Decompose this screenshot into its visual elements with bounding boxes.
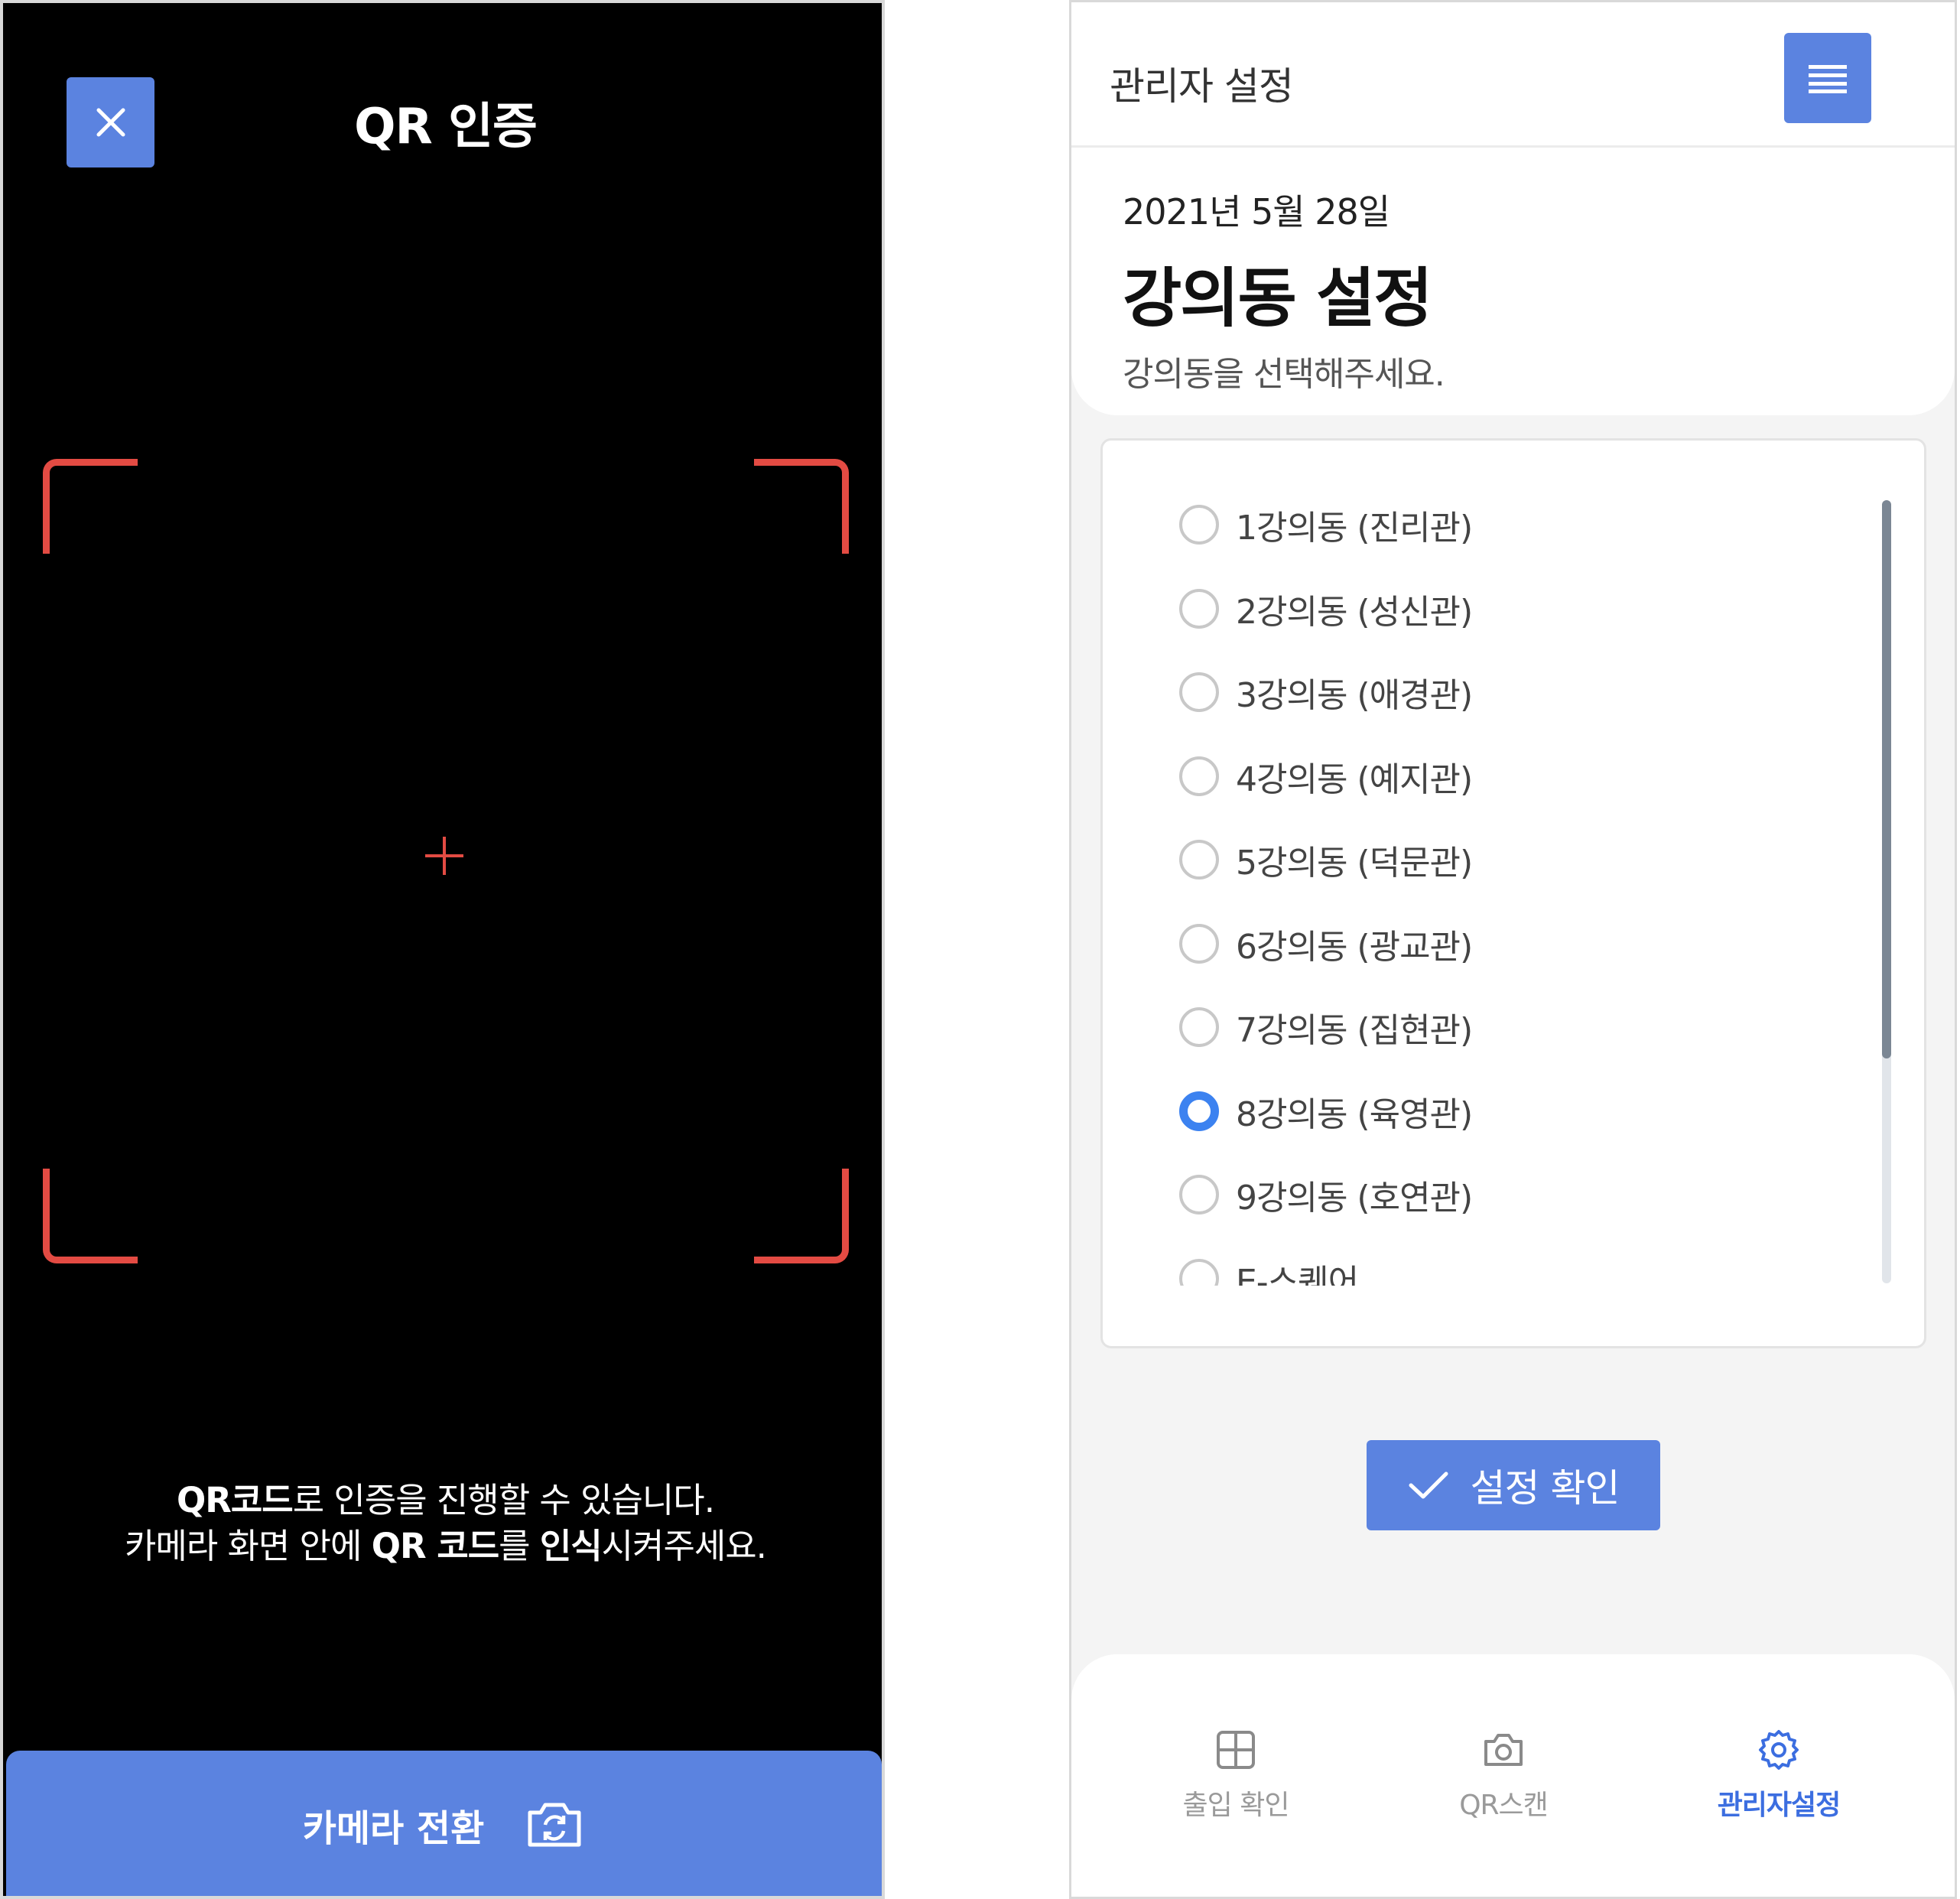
guide-line2-particle: 를 <box>499 1526 540 1566</box>
radio-unchecked-icon[interactable] <box>1179 840 1219 880</box>
guide-qr-code: QR코드 <box>176 1480 294 1520</box>
nav-label-entry-check: 출입 확인 <box>1182 1790 1290 1821</box>
building-option[interactable]: 7강의동 (집현관) <box>1179 1000 1473 1054</box>
nav-label-qr-scan: QR스캔 <box>1459 1790 1549 1821</box>
radio-checked-icon[interactable] <box>1179 1091 1219 1131</box>
building-option-label: 9강의동 (호연관) <box>1236 1179 1473 1218</box>
guide-line1-text: 로 인증을 진행할 수 있습니다. <box>292 1480 715 1520</box>
qr-auth-screen: QR 인증 QR코드로 인증을 진행할 수 있습니다. 카메라 화면 안에 QR… <box>0 0 885 1899</box>
building-option[interactable]: 3강의동 (애경관) <box>1179 665 1473 719</box>
building-radio-list[interactable]: 1강의동 (진리관) 2강의동 (성신관) 3강의동 (애경관) 4강의동 (예지관)… <box>1103 498 1867 1286</box>
radio-unchecked-icon[interactable] <box>1179 1258 1219 1286</box>
nav-item-entry-check[interactable]: 출입 확인 <box>1144 1729 1328 1823</box>
building-option-label: 1강의동 (진리관) <box>1236 509 1473 548</box>
header-title: 관리자 설정 <box>1110 64 1294 109</box>
guide-line2-text: 카메라 화면 안에 <box>125 1526 372 1566</box>
radio-unchecked-icon[interactable] <box>1179 672 1219 712</box>
radio-unchecked-icon[interactable] <box>1179 923 1219 964</box>
confirm-label: 설정 확인 <box>1470 1466 1620 1510</box>
camera-switch-label: 카메라 전환 <box>302 1807 485 1850</box>
page-title: QR 인증 <box>354 99 538 155</box>
building-option[interactable]: 8강의동 (육영관) <box>1179 1084 1473 1138</box>
building-option[interactable]: 9강의동 (호연관) <box>1179 1168 1473 1221</box>
scan-frame-corner-bottom-left <box>43 1169 138 1263</box>
guide-qr-code-bold: QR 코드 <box>371 1526 499 1566</box>
section-title: 강의동 설정 <box>1123 261 1433 336</box>
menu-button[interactable] <box>1784 33 1871 123</box>
building-option-label: 5강의동 (덕문관) <box>1236 844 1473 883</box>
hamburger-icon <box>1809 65 1847 93</box>
current-date: 2021년 5월 28일 <box>1123 191 1390 232</box>
guide-line2-end: 시켜주세요. <box>601 1526 767 1566</box>
radio-unchecked-icon[interactable] <box>1179 756 1219 796</box>
nav-item-qr-scan[interactable]: QR스캔 <box>1412 1729 1595 1823</box>
nav-label-admin-settings: 관리자설정 <box>1717 1790 1841 1821</box>
building-option[interactable]: 6강의동 (광교관) <box>1179 917 1473 971</box>
confirm-settings-button[interactable]: 설정 확인 <box>1367 1440 1660 1530</box>
check-icon <box>1409 1471 1448 1499</box>
scan-frame-corner-top-left <box>43 459 138 554</box>
gear-icon <box>1759 1730 1799 1770</box>
radio-unchecked-icon[interactable] <box>1179 1175 1219 1215</box>
building-option[interactable]: 5강의동 (덕문관) <box>1179 833 1473 886</box>
admin-settings-screen: 관리자 설정 2021년 5월 28일 강의동 설정 강의동을 선택해주세요. … <box>1069 0 1957 1899</box>
radio-unchecked-icon[interactable] <box>1179 1007 1219 1047</box>
scan-frame-corner-bottom-right <box>754 1169 849 1263</box>
bottom-navigation: 출입 확인 QR스캔 관리자설정 <box>1071 1654 1955 1897</box>
building-option[interactable]: 4강의동 (예지관) <box>1179 750 1473 803</box>
building-option[interactable]: 2강의동 (성신관) <box>1179 582 1473 636</box>
scrollbar-thumb[interactable] <box>1882 500 1891 1058</box>
building-option-label: 7강의동 (집현관) <box>1236 1011 1473 1050</box>
building-option-label: 8강의동 (육영관) <box>1236 1094 1473 1134</box>
section-subtitle: 강의동을 선택해주세요. <box>1123 355 1445 394</box>
building-option-label: 4강의동 (예지관) <box>1236 759 1473 799</box>
camera-switch-button[interactable]: 카메라 전환 <box>6 1751 882 1896</box>
crosshair-icon <box>425 837 463 875</box>
building-option[interactable]: 1강의동 (진리관) <box>1179 498 1473 551</box>
radio-unchecked-icon[interactable] <box>1179 505 1219 545</box>
building-option-label: 2강의동 (성신관) <box>1236 592 1473 632</box>
radio-unchecked-icon[interactable] <box>1179 588 1219 629</box>
scrollbar-track[interactable] <box>1882 500 1891 1283</box>
building-option[interactable]: E-스퀘어 <box>1179 1252 1359 1286</box>
scan-frame-corner-top-right <box>754 459 849 554</box>
intro-card: 2021년 5월 28일 강의동 설정 강의동을 선택해주세요. <box>1071 148 1955 415</box>
building-list-card: 1강의동 (진리관) 2강의동 (성신관) 3강의동 (애경관) 4강의동 (예지관)… <box>1100 438 1926 1348</box>
scan-guide-text: QR코드로 인증을 진행할 수 있습니다. 카메라 화면 안에 QR 코드를 인… <box>3 1478 882 1569</box>
guide-recognize-bold: 인식 <box>539 1526 603 1566</box>
nav-item-admin-settings[interactable]: 관리자설정 <box>1687 1729 1871 1823</box>
camera-icon <box>1484 1734 1523 1766</box>
app-header: 관리자 설정 <box>1071 2 1955 148</box>
building-option-label: E-스퀘어 <box>1236 1262 1359 1286</box>
building-option-label: 3강의동 (애경관) <box>1236 676 1473 715</box>
grid-icon <box>1217 1731 1255 1769</box>
camera-switch-icon <box>528 1803 581 1847</box>
building-option-label: 6강의동 (광교관) <box>1236 927 1473 967</box>
